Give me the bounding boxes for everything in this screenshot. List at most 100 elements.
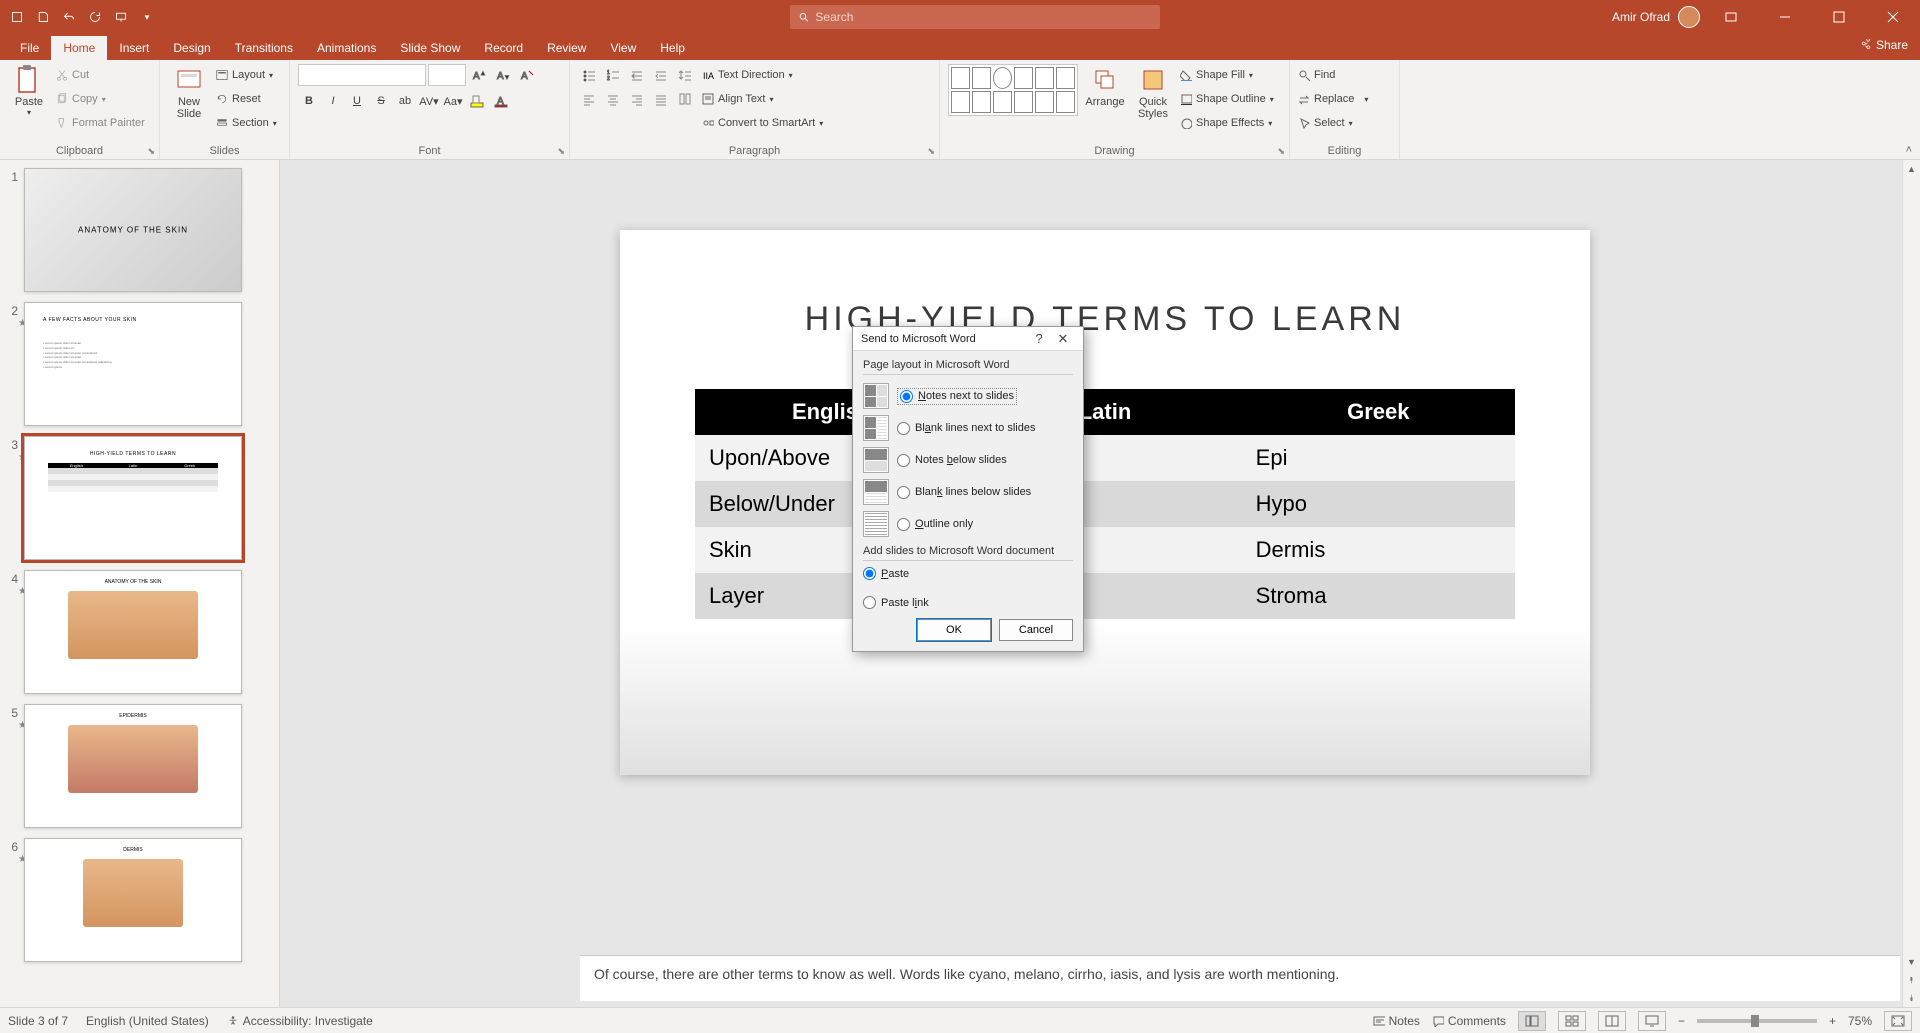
shape-fill-button[interactable]: Shape Fill▾ [1180, 64, 1274, 86]
notes-toggle[interactable]: Notes [1373, 1014, 1420, 1028]
char-spacing-icon[interactable]: AV▾ [418, 90, 440, 112]
slide-thumb-1[interactable]: ANATOMY OF THE SKIN [24, 168, 242, 292]
tab-review[interactable]: Review [535, 36, 598, 60]
text-shadow-icon[interactable]: ab [394, 90, 416, 112]
align-left-icon[interactable] [578, 88, 600, 110]
shape-outline-button[interactable]: Shape Outline▾ [1180, 88, 1274, 110]
align-center-icon[interactable] [602, 88, 624, 110]
radio-notes-below[interactable]: Notes below slides [897, 454, 1007, 467]
decrease-font-icon[interactable]: A▼ [492, 64, 514, 86]
copy-button[interactable]: Copy▾ [56, 88, 145, 110]
zoom-slider[interactable] [1697, 1019, 1817, 1023]
slide-thumb-4[interactable]: ANATOMY OF THE SKIN [24, 570, 242, 694]
scroll-down-icon[interactable]: ▼ [1903, 953, 1920, 971]
font-launcher-icon[interactable]: ⬊ [557, 146, 565, 157]
drawing-launcher-icon[interactable]: ⬊ [1277, 146, 1285, 157]
text-direction-button[interactable]: IIAText Direction▾ [702, 64, 823, 86]
search-input[interactable] [815, 10, 1152, 24]
clipboard-launcher-icon[interactable]: ⬊ [147, 146, 155, 157]
tab-insert[interactable]: Insert [107, 36, 161, 60]
comments-toggle[interactable]: Comments [1432, 1014, 1506, 1028]
minimize-button[interactable] [1762, 0, 1808, 34]
cut-button[interactable]: Cut [56, 64, 145, 86]
fit-to-window-icon[interactable] [1884, 1011, 1912, 1031]
accessibility-status[interactable]: Accessibility: Investigate [227, 1014, 373, 1028]
normal-view-icon[interactable] [1518, 1011, 1546, 1031]
section-button[interactable]: Section▾ [216, 112, 277, 134]
scroll-up-icon[interactable]: ▲ [1903, 160, 1920, 178]
shape-gallery[interactable] [948, 64, 1078, 116]
align-text-button[interactable]: Align Text▾ [702, 88, 823, 110]
redo-icon[interactable] [86, 8, 104, 26]
numbering-icon[interactable]: 12 [602, 64, 624, 86]
radio-notes-next[interactable]: Notes next to slides [897, 388, 1017, 405]
slide-thumb-6[interactable]: DERMIS [24, 838, 242, 962]
justify-icon[interactable] [650, 88, 672, 110]
ok-button[interactable]: OK [917, 619, 991, 641]
radio-blank-next[interactable]: Blank lines next to slides [897, 422, 1035, 435]
reset-button[interactable]: Reset [216, 88, 277, 110]
radio-paste-link[interactable]: Paste link [863, 596, 1073, 609]
slide-thumb-3[interactable]: HIGH-YIELD TERMS TO LEARN EnglishLatinGr… [24, 436, 242, 560]
change-case-icon[interactable]: Aa▾ [442, 90, 464, 112]
highlight-icon[interactable] [466, 90, 488, 112]
dialog-close-icon[interactable]: ✕ [1051, 327, 1075, 351]
maximize-button[interactable] [1816, 0, 1862, 34]
smartart-button[interactable]: Convert to SmartArt▾ [702, 112, 823, 134]
undo-icon[interactable] [60, 8, 78, 26]
tab-slideshow[interactable]: Slide Show [388, 36, 472, 60]
bullets-icon[interactable] [578, 64, 600, 86]
present-icon[interactable] [112, 8, 130, 26]
clear-formatting-icon[interactable]: A [516, 64, 538, 86]
radio-paste[interactable]: Paste [863, 567, 1073, 580]
vertical-scrollbar[interactable]: ▲ ▼ ⯭ ⯯ [1902, 160, 1920, 1007]
new-slide-button[interactable]: New Slide [168, 64, 210, 120]
ribbon-display-icon[interactable] [1708, 0, 1754, 34]
qat-customize-icon[interactable]: ▾ [138, 8, 156, 26]
slide-canvas-area[interactable]: HIGH-YIELD TERMS TO LEARN English Latin … [280, 160, 1920, 1007]
share-button[interactable]: Share [1860, 38, 1908, 52]
italic-icon[interactable]: I [322, 90, 344, 112]
tab-file[interactable]: File [8, 36, 51, 60]
zoom-out-icon[interactable]: − [1678, 1014, 1685, 1028]
slide-title[interactable]: HIGH-YIELD TERMS TO LEARN [620, 230, 1590, 339]
increase-font-icon[interactable]: A▲ [468, 64, 490, 86]
increase-indent-icon[interactable] [650, 64, 672, 86]
paragraph-launcher-icon[interactable]: ⬊ [927, 146, 935, 157]
select-button[interactable]: Select▾ [1298, 112, 1353, 134]
slide-thumbnail-panel[interactable]: 1 ANATOMY OF THE SKIN 2 ★ A FEW FACTS AB… [0, 160, 280, 1007]
next-slide-icon[interactable]: ⯯ [1903, 989, 1920, 1007]
zoom-level[interactable]: 75% [1848, 1014, 1872, 1028]
save-icon[interactable] [34, 8, 52, 26]
avatar[interactable] [1678, 6, 1700, 28]
close-button[interactable] [1870, 0, 1916, 34]
language-status[interactable]: English (United States) [86, 1014, 209, 1028]
slide-thumb-5[interactable]: EPIDERMIS [24, 704, 242, 828]
font-family-combo[interactable] [298, 64, 426, 86]
tab-help[interactable]: Help [648, 36, 697, 60]
tab-home[interactable]: Home [51, 36, 107, 60]
columns-icon[interactable] [674, 88, 696, 110]
cancel-button[interactable]: Cancel [999, 619, 1073, 641]
line-spacing-icon[interactable] [674, 64, 696, 86]
bold-icon[interactable]: B [298, 90, 320, 112]
autosave-toggle[interactable] [8, 8, 26, 26]
reading-view-icon[interactable] [1598, 1011, 1626, 1031]
slide-thumb-2[interactable]: A FEW FACTS ABOUT YOUR SKIN • Lorem ipsu… [24, 302, 242, 426]
decrease-indent-icon[interactable] [626, 64, 648, 86]
tab-view[interactable]: View [598, 36, 648, 60]
radio-blank-below[interactable]: Blank lines below slides [897, 486, 1031, 499]
tab-design[interactable]: Design [161, 36, 222, 60]
arrange-button[interactable]: Arrange [1084, 64, 1126, 108]
prev-slide-icon[interactable]: ⯭ [1903, 971, 1920, 989]
align-right-icon[interactable] [626, 88, 648, 110]
shape-effects-button[interactable]: Shape Effects▾ [1180, 112, 1274, 134]
paste-button[interactable]: Paste ▾ [8, 64, 50, 117]
tab-record[interactable]: Record [472, 36, 535, 60]
dialog-help-icon[interactable]: ? [1027, 327, 1051, 351]
underline-icon[interactable]: U [346, 90, 368, 112]
collapse-ribbon-icon[interactable]: ˄ [1906, 144, 1912, 156]
tab-animations[interactable]: Animations [305, 36, 388, 60]
replace-button[interactable]: Replace▾ [1298, 88, 1368, 110]
strikethrough-icon[interactable]: S [370, 90, 392, 112]
